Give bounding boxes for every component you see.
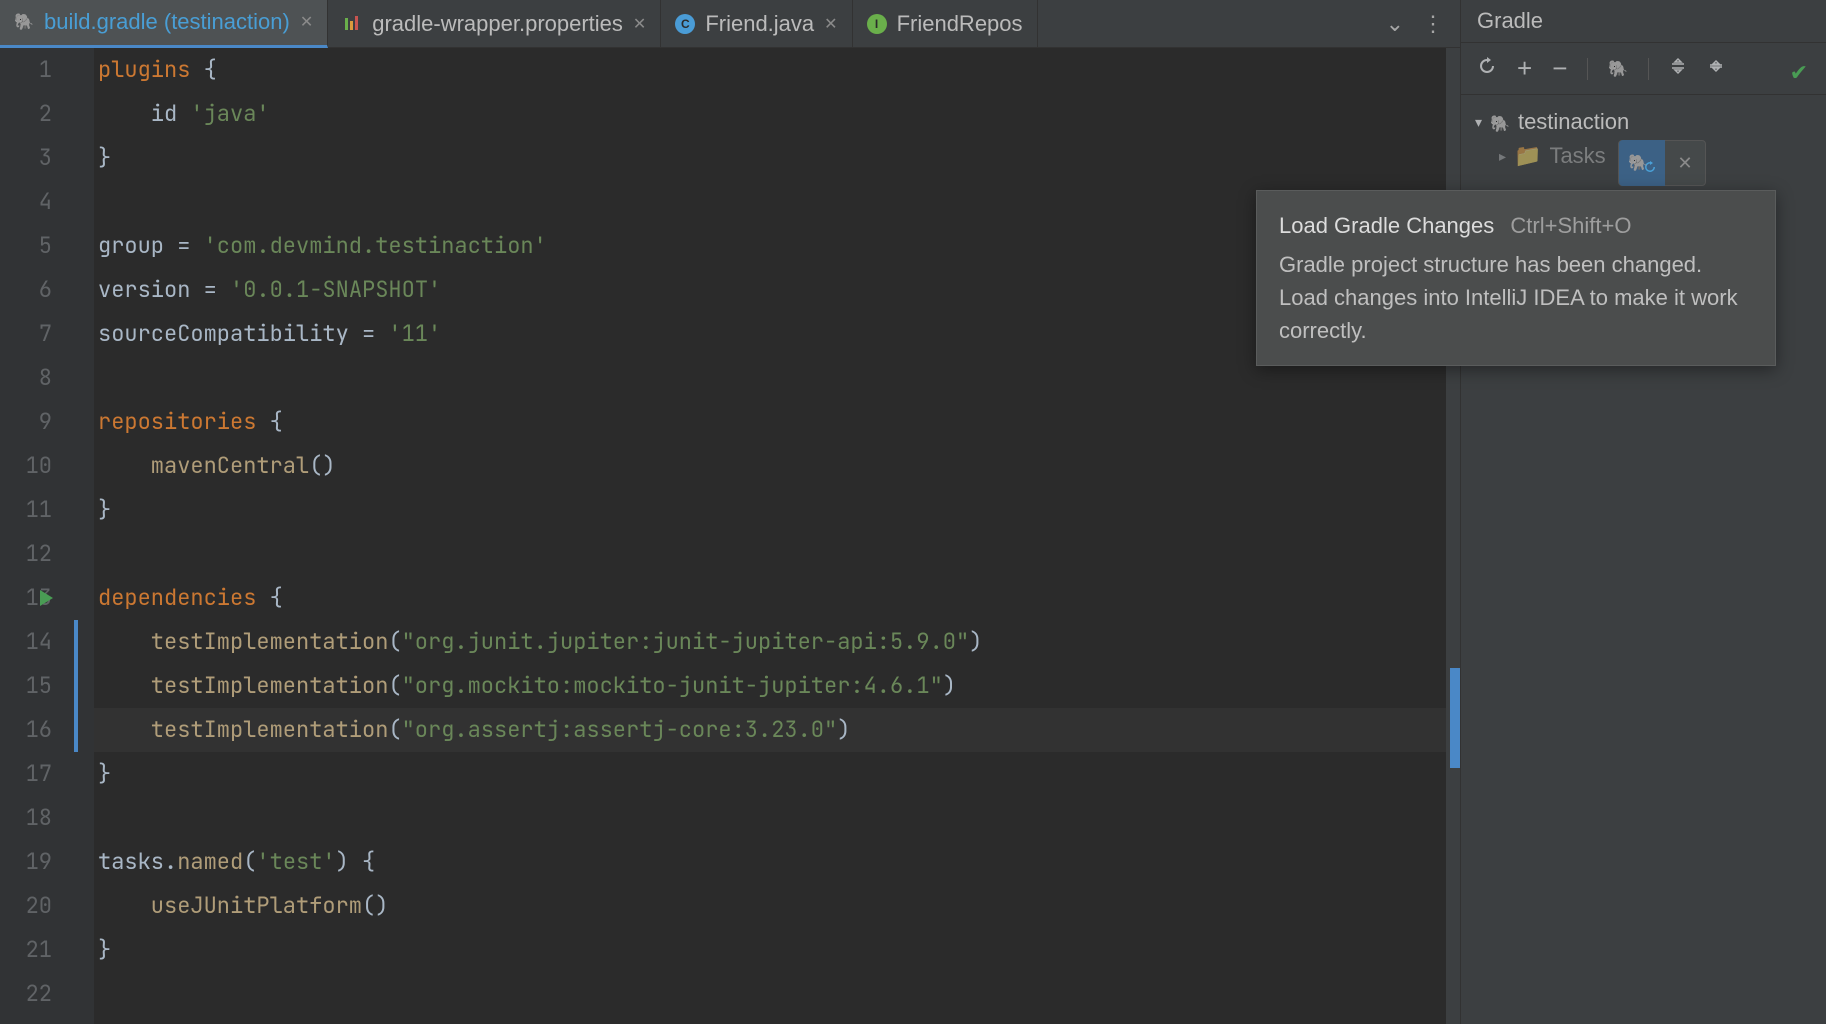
- code-line[interactable]: }: [98, 928, 1460, 972]
- tab-gradle-wrapper-properties[interactable]: gradle-wrapper.properties ✕: [328, 0, 661, 48]
- gradle-icon[interactable]: [1608, 57, 1628, 80]
- properties-icon: [342, 14, 362, 34]
- line-number: 12: [0, 532, 52, 576]
- code-line[interactable]: [98, 796, 1460, 840]
- tab-label: Friend.java: [705, 11, 814, 37]
- code-line[interactable]: useJUnitPlatform(): [98, 884, 1460, 928]
- line-number: 3: [0, 136, 52, 180]
- code-line[interactable]: testImplementation("org.junit.jupiter:ju…: [98, 620, 1460, 664]
- gradle-icon: [1628, 153, 1648, 173]
- line-number: 7: [0, 312, 52, 356]
- code-line[interactable]: tasks.named('test') {: [98, 840, 1460, 884]
- refresh-icon[interactable]: [1477, 56, 1497, 82]
- fold-column: [78, 48, 94, 1024]
- change-marker: [74, 708, 78, 752]
- tab-friend-java[interactable]: C Friend.java ✕: [661, 0, 852, 48]
- change-marker: [74, 664, 78, 708]
- java-class-icon: C: [675, 14, 695, 34]
- load-gradle-changes-popup: ✕: [1618, 140, 1706, 186]
- line-gutter: 12345678910111213141516171819202122: [0, 48, 78, 1024]
- chevron-down-icon[interactable]: ▾: [1475, 114, 1482, 131]
- load-gradle-changes-button[interactable]: [1619, 140, 1665, 186]
- line-number: 10: [0, 444, 52, 488]
- tab-overflow: ⌄ ⋮: [1370, 11, 1460, 37]
- analysis-ok-icon[interactable]: ✔: [1790, 60, 1808, 86]
- close-icon[interactable]: ✕: [300, 12, 313, 32]
- folder-icon: 📁: [1514, 143, 1541, 169]
- code-line[interactable]: plugins {: [98, 48, 1460, 92]
- line-number: 11: [0, 488, 52, 532]
- tab-label: gradle-wrapper.properties: [372, 11, 623, 37]
- tab-bar: build.gradle (testinaction) ✕ gradle-wra…: [0, 0, 1460, 48]
- line-number: 15: [0, 664, 52, 708]
- change-marker: [74, 620, 78, 664]
- code-line[interactable]: mavenCentral(): [98, 444, 1460, 488]
- editor-pane: build.gradle (testinaction) ✕ gradle-wra…: [0, 0, 1460, 1024]
- more-icon[interactable]: ⋮: [1422, 11, 1444, 37]
- tab-build-gradle[interactable]: build.gradle (testinaction) ✕: [0, 0, 328, 48]
- line-number: 17: [0, 752, 52, 796]
- code-line[interactable]: id 'java': [98, 92, 1460, 136]
- separator: [1648, 58, 1649, 80]
- code-line[interactable]: }: [98, 488, 1460, 532]
- code-line[interactable]: [98, 972, 1460, 1016]
- expand-all-icon[interactable]: [1669, 57, 1687, 81]
- line-number: 21: [0, 928, 52, 972]
- tree-label: testinaction: [1518, 109, 1629, 135]
- tab-label: build.gradle (testinaction): [44, 9, 290, 35]
- line-number: 18: [0, 796, 52, 840]
- code-line[interactable]: testImplementation("org.assertj:assertj-…: [98, 708, 1460, 752]
- load-gradle-changes-tooltip: Load Gradle Changes Ctrl+Shift+O Gradle …: [1256, 190, 1776, 366]
- remove-icon[interactable]: −: [1552, 53, 1567, 84]
- run-gutter-icon[interactable]: [40, 590, 53, 606]
- line-number: 19: [0, 840, 52, 884]
- gradle-icon: [1490, 109, 1510, 135]
- tree-node-project[interactable]: ▾ testinaction: [1469, 105, 1818, 139]
- line-number: 5: [0, 224, 52, 268]
- code-area[interactable]: 12345678910111213141516171819202122 plug…: [0, 48, 1460, 1024]
- java-interface-icon: I: [867, 14, 887, 34]
- gradle-icon: [14, 12, 34, 32]
- line-number: 8: [0, 356, 52, 400]
- line-number: 14: [0, 620, 52, 664]
- code-line[interactable]: dependencies {: [98, 576, 1460, 620]
- line-number: 2: [0, 92, 52, 136]
- close-icon[interactable]: ✕: [1665, 140, 1705, 186]
- line-number: 1: [0, 48, 52, 92]
- line-number: 20: [0, 884, 52, 928]
- line-number: 16: [0, 708, 52, 752]
- code-line[interactable]: repositories {: [98, 400, 1460, 444]
- separator: [1587, 58, 1588, 80]
- close-icon[interactable]: ✕: [633, 14, 646, 34]
- code-line[interactable]: }: [98, 752, 1460, 796]
- gradle-toolbar: + −: [1461, 43, 1826, 95]
- line-number: 6: [0, 268, 52, 312]
- collapse-all-icon[interactable]: [1707, 57, 1725, 81]
- line-number: 13: [0, 576, 52, 620]
- code-line[interactable]: testImplementation("org.mockito:mockito-…: [98, 664, 1460, 708]
- chevron-down-icon[interactable]: ⌄: [1386, 11, 1404, 37]
- code-line[interactable]: [98, 532, 1460, 576]
- line-number: 9: [0, 400, 52, 444]
- line-number: 4: [0, 180, 52, 224]
- tab-friend-repos[interactable]: I FriendRepos: [853, 0, 1038, 48]
- tooltip-body: Gradle project structure has been change…: [1279, 248, 1753, 347]
- gradle-panel-title: Gradle: [1461, 0, 1826, 43]
- close-icon[interactable]: ✕: [824, 14, 837, 34]
- tree-label: Tasks: [1549, 143, 1605, 169]
- tooltip-title: Load Gradle Changes: [1279, 213, 1494, 238]
- tab-label: FriendRepos: [897, 11, 1023, 37]
- code-line[interactable]: }: [98, 136, 1460, 180]
- add-icon[interactable]: +: [1517, 53, 1532, 84]
- chevron-right-icon[interactable]: ▸: [1499, 148, 1506, 165]
- line-number: 22: [0, 972, 52, 1016]
- tooltip-shortcut: Ctrl+Shift+O: [1510, 213, 1631, 238]
